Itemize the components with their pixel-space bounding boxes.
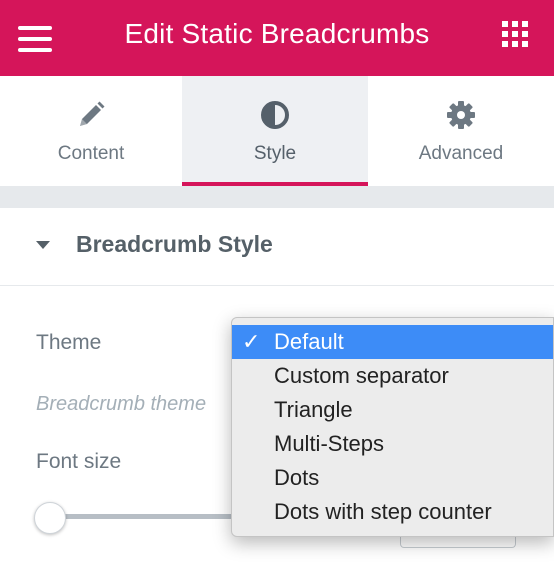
- font-size-slider-handle[interactable]: [34, 502, 66, 534]
- theme-dropdown-menu: ✓ Default Custom separator Triangle Mult…: [231, 317, 554, 537]
- option-label: Custom separator: [274, 363, 449, 388]
- caret-down-icon: [36, 241, 50, 249]
- theme-option-custom-separator[interactable]: Custom separator: [232, 359, 553, 393]
- section-divider: [0, 186, 554, 208]
- option-label: Dots: [274, 465, 320, 490]
- option-label: Default: [274, 329, 344, 354]
- half-circle-contrast-icon: [260, 100, 290, 135]
- tab-content[interactable]: Content: [0, 76, 182, 186]
- theme-option-triangle[interactable]: Triangle: [232, 393, 553, 427]
- theme-label: Theme: [36, 331, 102, 354]
- font-size-slider-track[interactable]: [50, 514, 250, 519]
- tab-advanced-label: Advanced: [418, 143, 504, 164]
- tab-advanced[interactable]: Advanced: [368, 76, 554, 186]
- pencil-icon: [76, 100, 106, 135]
- theme-description: Breadcrumb theme: [36, 393, 207, 415]
- gear-icon: [446, 100, 476, 135]
- tab-style[interactable]: Style: [182, 76, 368, 186]
- theme-option-default[interactable]: ✓ Default: [232, 325, 553, 359]
- theme-option-dots-with-step-counter[interactable]: Dots with step counter: [232, 495, 553, 529]
- tab-style-label: Style: [253, 143, 297, 164]
- section-title: Breadcrumb Style: [76, 231, 273, 257]
- panel-tabs: Content Style Advanced: [0, 76, 554, 186]
- option-label: Multi-Steps: [274, 431, 385, 456]
- tab-content-label: Content: [57, 143, 125, 164]
- editor-header: Edit Static Breadcrumbs: [0, 0, 554, 76]
- breadcrumb-style-section-toggle[interactable]: Breadcrumb Style: [0, 208, 554, 286]
- apps-grid-icon[interactable]: [502, 21, 528, 47]
- checkmark-icon: ✓: [242, 329, 261, 354]
- theme-option-dots[interactable]: Dots: [232, 461, 553, 495]
- theme-option-multi-steps[interactable]: Multi-Steps: [232, 427, 553, 461]
- option-label: Dots with step counter: [274, 499, 492, 524]
- panel-title: Edit Static Breadcrumbs: [124, 18, 430, 49]
- option-label: Triangle: [274, 397, 353, 422]
- font-size-label: Font size: [36, 450, 122, 473]
